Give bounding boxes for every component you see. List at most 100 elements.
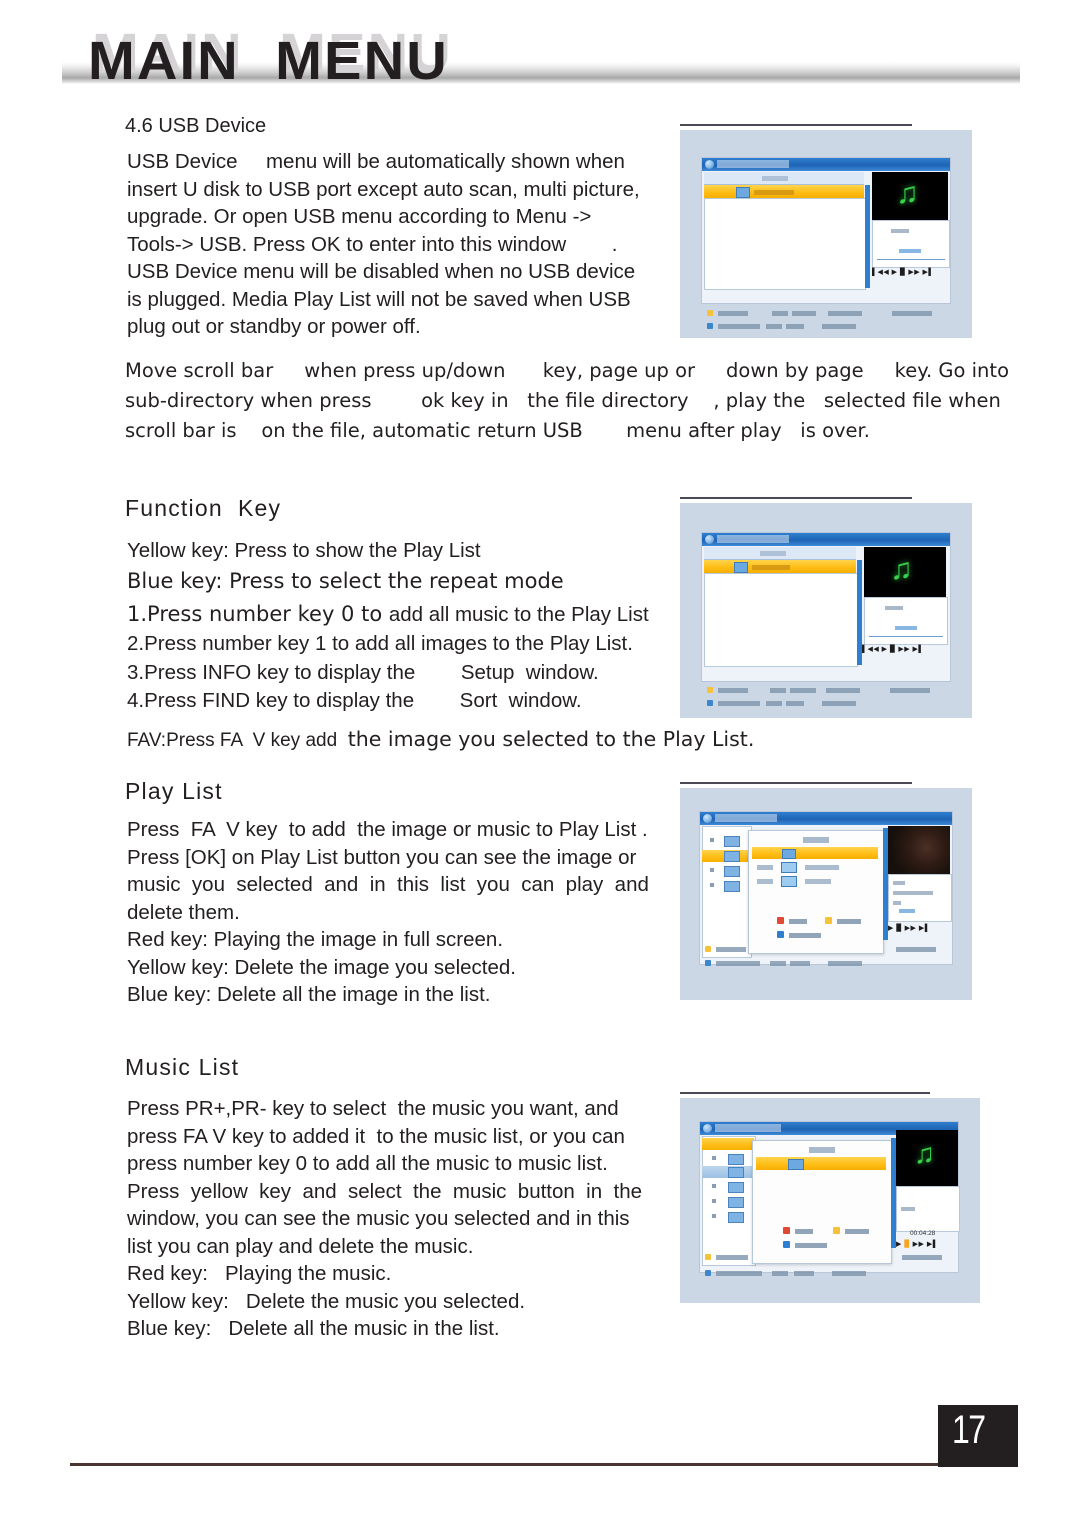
osd-file-list[interactable]	[704, 198, 866, 290]
legend-play-list	[716, 1255, 748, 1260]
music-para-line-4: window, you can see the music you select…	[127, 1207, 630, 1230]
osd-selected-row[interactable]	[704, 185, 864, 198]
delete-all-button-swatch[interactable]	[777, 931, 784, 938]
music-para-line-0: Press PR+,PR- key to select the music yo…	[127, 1097, 619, 1120]
file-icon	[788, 1159, 804, 1170]
legend-repeat-mode	[718, 701, 760, 706]
section-heading-usb-device: 4.6 USB Device	[125, 115, 267, 137]
function-key-line-3: 3.Press INFO key to display the Setup wi…	[127, 661, 599, 684]
screenshot-rule-musiclist	[680, 1092, 930, 1094]
screenshot-usb-device: ♫ ▌◀◀ ▶ ▉ ▶▶ ▶▌	[680, 130, 972, 338]
screenshot-rule-usb	[680, 124, 912, 126]
osd-info-divider	[877, 259, 945, 260]
osd-transport-controls[interactable]: ▶ ▉ ▶▶ ▶▌	[888, 924, 930, 932]
osd-title-bar	[700, 812, 952, 825]
osd-column-header	[704, 547, 856, 560]
file-icon	[781, 876, 797, 887]
legend-all-image	[828, 961, 862, 966]
legend-sort	[786, 701, 804, 706]
music-para-line-5: list you can play and delete the music.	[127, 1234, 474, 1258]
file-icon	[781, 862, 797, 873]
osd-info-panel	[872, 220, 950, 268]
music-para-line-3: Press yellow key and select the music bu…	[127, 1179, 643, 1203]
legend-repeat-mode	[716, 1271, 762, 1276]
osd-selected-row[interactable]	[704, 560, 856, 573]
function-key-line-1-bold: 1.Press number key 0 to	[127, 602, 389, 626]
osd-tree-selected-row[interactable]	[702, 1138, 754, 1150]
delete-all-button-label	[789, 933, 821, 938]
dialog-selected-row[interactable]	[756, 1157, 886, 1170]
osd-preview-panel: ♫	[872, 172, 948, 220]
osd-column-label	[760, 551, 786, 556]
usb-device-paragraph: USB Device menu will be automatically sh…	[127, 148, 667, 341]
legend-all-image	[822, 324, 856, 329]
scroll-para-line-2: scroll bar is on the file, automatic ret…	[125, 419, 870, 442]
function-key-line-2: 2.Press number key 1 to add all images t…	[127, 632, 633, 655]
legend-all-music	[826, 688, 860, 693]
usb-para-line-4: USB Device menu will be disabled when no…	[127, 260, 636, 283]
play-para-line-6: Blue key: Delete all the image in the li…	[127, 983, 491, 1006]
osd-scrollbar[interactable]	[865, 185, 870, 288]
dialog-title	[803, 837, 829, 843]
dialog-row-name	[805, 879, 831, 884]
usb-para-line-5: is plugged. Media Play List will not be …	[127, 287, 631, 311]
delete-all-button-swatch[interactable]	[783, 1241, 790, 1248]
osd-info-name	[893, 881, 905, 885]
osd-transport-controls[interactable]: ▶ ▉ ▶▶ ▶▌	[896, 1240, 938, 1248]
function-key-line-4: 4.Press FIND key to display the Sort win…	[127, 689, 582, 712]
play-para-line-5: Yellow key: Delete the image you selecte…	[127, 955, 516, 979]
osd-selected-label	[754, 190, 794, 195]
usb-para-line-0: USB Device menu will be automatically sh…	[127, 150, 625, 173]
legend-play-list	[716, 947, 746, 952]
osd-info-panel	[864, 597, 948, 645]
legend-find-key	[772, 1271, 788, 1276]
legend-add-file	[892, 311, 932, 316]
scroll-bar-paragraph: Move scroll bar when press up/down key, …	[125, 356, 1009, 446]
osd-info-divider	[869, 636, 943, 637]
folder-icon	[728, 1212, 744, 1223]
osd-transport-controls[interactable]: ▌◀◀ ▶ ▉ ▶▶ ▶▌	[862, 645, 924, 653]
tree-row-index	[710, 883, 714, 887]
play-para-line-0: Press FA V key to add the image or music…	[127, 818, 648, 841]
dialog-title	[809, 1147, 835, 1153]
osd-title-bar	[702, 158, 950, 171]
osd-column-label	[762, 176, 788, 181]
folder-icon	[736, 187, 750, 198]
dialog-selected-row[interactable]	[752, 847, 878, 859]
osd-info-value	[899, 249, 921, 253]
dialog-row-name	[805, 865, 839, 870]
legend-all-music	[828, 311, 862, 316]
legend-all-image	[822, 701, 856, 706]
osd-app-icon	[705, 160, 714, 169]
delete-button-swatch[interactable]	[825, 917, 832, 924]
legend-add-file	[890, 688, 930, 693]
osd-selected-label	[752, 565, 790, 570]
fav-line-second: the image you selected to the Play List.	[347, 727, 755, 751]
play-button-swatch[interactable]	[777, 917, 784, 924]
legend-bullet-blue	[707, 323, 713, 329]
osd-file-list[interactable]	[704, 573, 858, 667]
folder-icon	[724, 836, 740, 847]
legend-repeat-mode	[716, 961, 760, 966]
function-key-line-blue: Blue key: Press to select the repeat mod…	[127, 569, 564, 593]
tree-row-index	[712, 1214, 716, 1218]
dialog-row-index	[757, 865, 773, 870]
legend-bullet-blue	[707, 700, 713, 706]
osd-title-text	[717, 160, 789, 168]
delete-all-button-label	[795, 1243, 827, 1248]
osd-title-text	[715, 814, 777, 822]
delete-button-swatch[interactable]	[833, 1227, 840, 1234]
legend-find-key	[766, 701, 782, 706]
osd-transport-controls[interactable]: ▌◀◀ ▶ ▉ ▶▶ ▶▌	[872, 268, 934, 276]
play-para-line-3: delete them.	[127, 900, 240, 924]
usb-para-line-3: Tools-> USB. Press OK to enter into this…	[127, 232, 618, 256]
play-para-line-1: Press [OK] on Play List button you can s…	[127, 845, 637, 869]
delete-button-label	[837, 919, 861, 924]
play-button-swatch[interactable]	[783, 1227, 790, 1234]
osd-info-name	[891, 229, 909, 233]
music-para-line-7: Yellow key: Delete the music you selecte…	[127, 1289, 526, 1313]
osd-window: ♫ ▌◀◀ ▶ ▉ ▶▶ ▶▌	[702, 158, 950, 303]
folder-icon	[728, 1182, 744, 1193]
legend-bullet-yellow	[707, 310, 713, 316]
osd-info-panel	[896, 1186, 960, 1232]
